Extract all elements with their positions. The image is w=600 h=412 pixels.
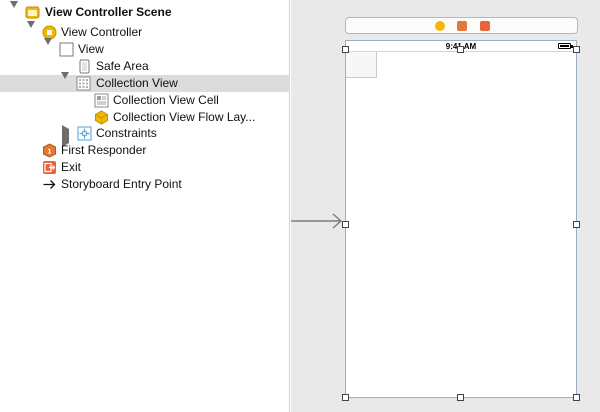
view-icon — [59, 42, 74, 57]
outline-item-label: Collection View Cell — [113, 93, 219, 107]
resize-handle-bottom-left[interactable] — [342, 394, 349, 401]
exit-icon[interactable] — [480, 21, 490, 31]
exit-icon — [42, 160, 57, 175]
outline-item-label: Constraints — [96, 126, 157, 140]
resize-handle-middle-left[interactable] — [342, 221, 349, 228]
battery-icon — [558, 43, 571, 49]
view-controller-icon[interactable] — [435, 21, 445, 31]
storyboard-canvas[interactable]: 9:41 AM — [291, 0, 600, 412]
outline-item-label: View Controller — [61, 25, 143, 39]
safe-area-icon — [77, 59, 92, 74]
storyboard-entry-arrow-icon[interactable] — [291, 213, 345, 229]
constraints-icon — [77, 126, 92, 141]
outline-item-label: Collection View Flow Lay... — [113, 110, 256, 124]
flow-layout-icon — [94, 110, 109, 125]
outline-row-view[interactable]: View — [0, 38, 290, 59]
outline-row-collection-view[interactable]: Collection View — [0, 72, 290, 93]
disclosure-open-icon[interactable] — [60, 72, 70, 93]
outline-row-exit[interactable]: Exit — [0, 159, 290, 176]
first-responder-icon: 1 — [42, 143, 57, 158]
outline-row-safe-area[interactable]: Safe Area — [0, 58, 290, 75]
disclosure-open-icon[interactable] — [43, 38, 53, 59]
scene-dock[interactable] — [345, 17, 578, 34]
disclosure-open-icon[interactable] — [26, 21, 36, 42]
outline-row-constraints[interactable]: Constraints — [0, 125, 290, 147]
resize-handle-bottom-center[interactable] — [457, 394, 464, 401]
outline-item-label: Safe Area — [96, 59, 149, 73]
resize-handle-top-right[interactable] — [573, 46, 580, 53]
outline-item-label: Collection View — [96, 76, 178, 90]
arrow-right-icon — [42, 177, 57, 192]
document-outline: View Controller Scene View Controller Vi… — [0, 0, 290, 412]
collection-view-icon — [76, 76, 91, 91]
outline-row-flow-layout[interactable]: Collection View Flow Lay... — [0, 109, 290, 126]
resize-handle-top-left[interactable] — [342, 46, 349, 53]
outline-item-label: First Responder — [61, 143, 147, 157]
scene-icon — [25, 5, 40, 20]
outline-item-label: View Controller Scene — [45, 5, 172, 19]
outline-row-first-responder[interactable]: 1 First Responder — [0, 142, 290, 159]
outline-row-storyboard-entry-point[interactable]: Storyboard Entry Point — [0, 176, 290, 193]
outline-row-view-controller-scene[interactable]: View Controller Scene — [0, 1, 290, 22]
disclosure-open-icon[interactable] — [9, 1, 19, 22]
outline-item-label: Storyboard Entry Point — [61, 177, 182, 191]
svg-text:1: 1 — [47, 149, 51, 156]
first-responder-icon[interactable] — [457, 21, 467, 31]
outline-row-collection-view-cell[interactable]: Collection View Cell — [0, 92, 290, 109]
collection-view-cell-icon — [94, 93, 109, 108]
collection-view-cell-outline[interactable] — [346, 52, 377, 78]
view-controller-frame[interactable]: 9:41 AM — [345, 40, 577, 398]
resize-handle-top-center[interactable] — [457, 46, 464, 53]
disclosure-closed-icon[interactable] — [60, 125, 70, 147]
resize-handle-middle-right[interactable] — [573, 221, 580, 228]
outline-item-label: View — [78, 42, 104, 56]
resize-handle-bottom-right[interactable] — [573, 394, 580, 401]
outline-item-label: Exit — [61, 160, 82, 174]
